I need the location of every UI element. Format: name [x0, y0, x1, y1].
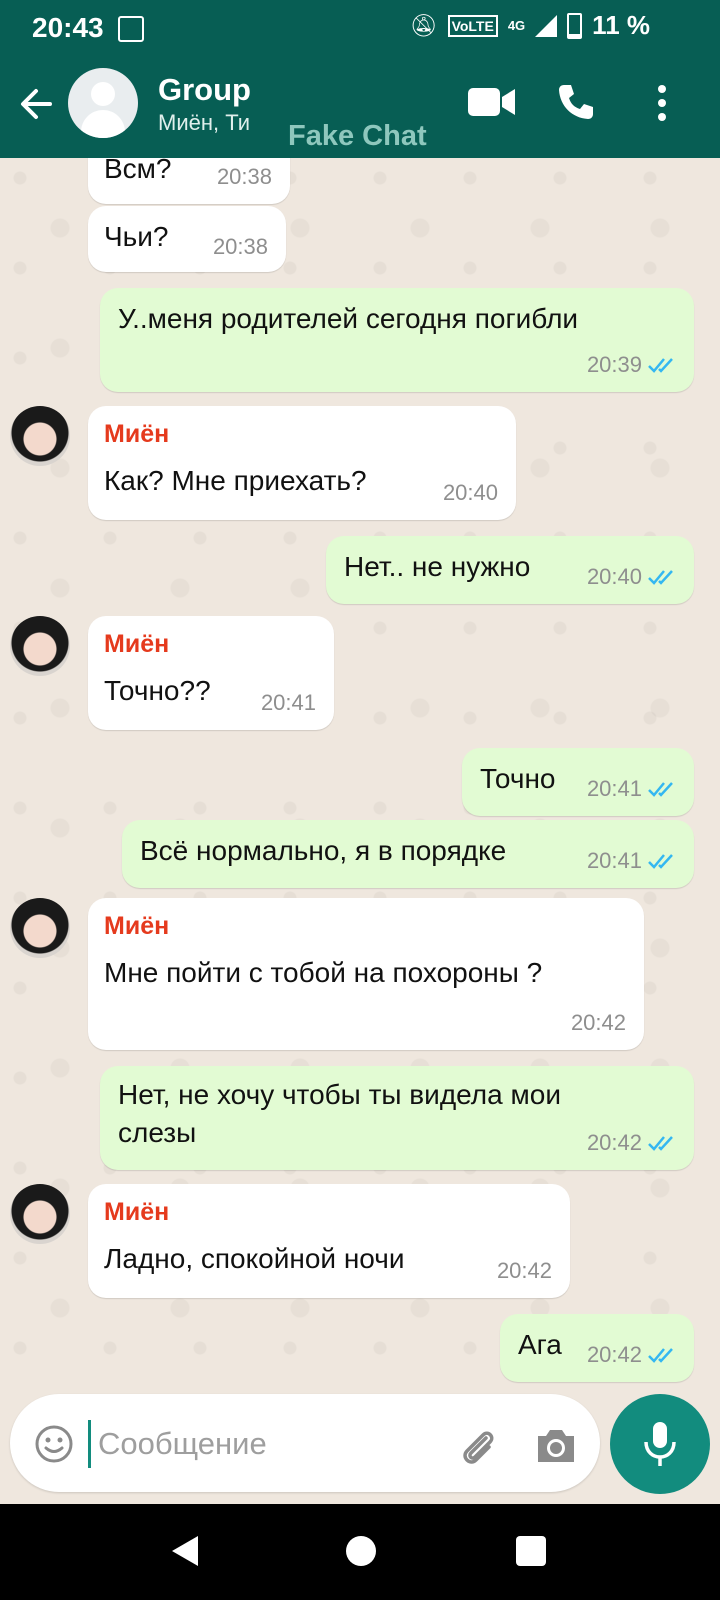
message-composer — [10, 1394, 600, 1492]
message-outgoing[interactable]: Ага 20:42 — [500, 1314, 694, 1382]
message-text: Мне пойти с тобой на похороны ? — [104, 957, 543, 988]
sender-avatar[interactable] — [10, 406, 70, 466]
message-time: 20:39 — [586, 352, 642, 377]
emoji-icon[interactable] — [34, 1424, 74, 1464]
message-time: 20:40 — [586, 564, 642, 589]
battery-icon — [567, 12, 583, 39]
message-meta: 20:42 — [587, 1342, 678, 1368]
status-time: 20:43 — [32, 12, 104, 43]
message-time: 20:42 — [586, 1130, 642, 1155]
message-meta: 20:42 — [587, 1130, 678, 1156]
video-call-icon[interactable] — [468, 86, 516, 118]
chat-participants[interactable]: Миён, Ти — [158, 110, 250, 136]
attach-icon[interactable] — [456, 1424, 500, 1468]
more-vert-icon[interactable] — [656, 84, 668, 124]
sender-avatar[interactable] — [10, 1184, 70, 1244]
message-list[interactable]: Всм? 20:38 Чьи? 20:38 У..меня родителей … — [0, 158, 720, 1403]
message-time: 20:38 — [212, 234, 268, 259]
camera-icon[interactable] — [534, 1426, 578, 1466]
message-outgoing[interactable]: У..меня родителей сегодня погибли 20:39 — [100, 288, 694, 392]
message-time: 20:41 — [586, 776, 642, 801]
sender-avatar[interactable] — [10, 616, 70, 676]
sender-name[interactable]: Миён — [104, 1198, 169, 1227]
sender-name[interactable]: Миён — [104, 912, 169, 941]
message-text: Нет, не хочу чтобы ты видела мои слезы — [118, 1079, 561, 1148]
message-text: Чьи? — [104, 221, 169, 252]
nav-home-icon[interactable] — [346, 1536, 376, 1566]
volte-badge: VoLTE — [447, 14, 498, 37]
message-outgoing[interactable]: Всё нормально, я в порядке 20:41 — [122, 820, 694, 888]
double-check-icon — [648, 570, 673, 585]
system-nav-bar — [0, 1504, 720, 1600]
message-outgoing[interactable]: Нет, не хочу чтобы ты видела мои слезы 2… — [100, 1066, 694, 1170]
text-cursor — [88, 1420, 91, 1468]
message-text: Всё нормально, я в порядке — [140, 835, 507, 866]
network-type: 4G — [507, 18, 526, 33]
message-meta: 20:41 — [587, 848, 678, 874]
nav-back-icon[interactable] — [170, 1534, 200, 1568]
app-notification-icon — [118, 16, 144, 42]
watermark-text: Fake Chat — [288, 120, 427, 152]
double-check-icon — [648, 1136, 673, 1151]
message-incoming[interactable]: Всм? 20:38 — [88, 158, 290, 204]
message-incoming[interactable]: Чьи? 20:38 — [88, 206, 286, 272]
message-meta: 20:39 — [587, 352, 678, 378]
signal-icon — [535, 14, 558, 37]
message-text: Точно — [480, 763, 556, 794]
voice-call-icon[interactable] — [556, 82, 596, 122]
sender-name[interactable]: Миён — [104, 630, 169, 659]
message-text: У..меня родителей сегодня погибли — [118, 303, 579, 334]
message-input[interactable] — [96, 1416, 440, 1472]
nav-recents-icon[interactable] — [516, 1536, 546, 1566]
arrow-back-icon[interactable] — [16, 82, 56, 126]
status-bar: 20:43 🔕︎ VoLTE 4G 11 % — [0, 0, 720, 56]
sender-avatar[interactable] — [10, 898, 70, 958]
message-text: Нет.. не нужно — [344, 551, 531, 582]
message-text: Точно?? — [104, 675, 211, 706]
sender-name[interactable]: Миён — [104, 420, 169, 449]
group-avatar[interactable] — [68, 68, 138, 138]
message-incoming[interactable]: Миён Точно?? 20:41 — [88, 616, 334, 730]
mic-icon — [644, 1422, 676, 1466]
message-time: 20:38 — [216, 164, 272, 189]
message-time: 20:40 — [442, 480, 498, 505]
message-incoming[interactable]: Миён Ладно, спокойной ночи 20:42 — [88, 1184, 570, 1298]
battery-level: 11 % — [592, 10, 650, 40]
message-time: 20:41 — [586, 848, 642, 873]
message-text: Как? Мне приехать? — [104, 465, 367, 496]
message-outgoing[interactable]: Точно 20:41 — [462, 748, 694, 816]
message-time: 20:41 — [260, 690, 316, 715]
voice-record-button[interactable] — [610, 1394, 710, 1494]
double-check-icon — [648, 1348, 673, 1363]
message-time: 20:42 — [570, 1010, 626, 1035]
status-indicators: 🔕︎ VoLTE 4G 11 % — [410, 10, 650, 41]
double-check-icon — [648, 358, 673, 373]
message-meta: 20:41 — [587, 776, 678, 802]
chat-header: Group Миён, Ти Fake Chat — [0, 56, 720, 158]
message-outgoing[interactable]: Нет.. не нужно 20:40 — [326, 536, 694, 604]
message-text: Ага — [518, 1329, 562, 1360]
message-meta: 20:40 — [587, 564, 678, 590]
message-time: 20:42 — [496, 1258, 552, 1283]
message-text: Всм? — [104, 158, 172, 184]
message-incoming[interactable]: Миён Как? Мне приехать? 20:40 — [88, 406, 516, 520]
message-incoming[interactable]: Миён Мне пойти с тобой на похороны ? 20:… — [88, 898, 644, 1050]
message-text: Ладно, спокойной ночи — [104, 1243, 405, 1274]
double-check-icon — [648, 782, 673, 797]
chat-title[interactable]: Group — [158, 72, 251, 108]
double-check-icon — [648, 854, 673, 869]
message-time: 20:42 — [586, 1342, 642, 1367]
mute-notifications-icon: 🔕︎ — [409, 12, 438, 38]
